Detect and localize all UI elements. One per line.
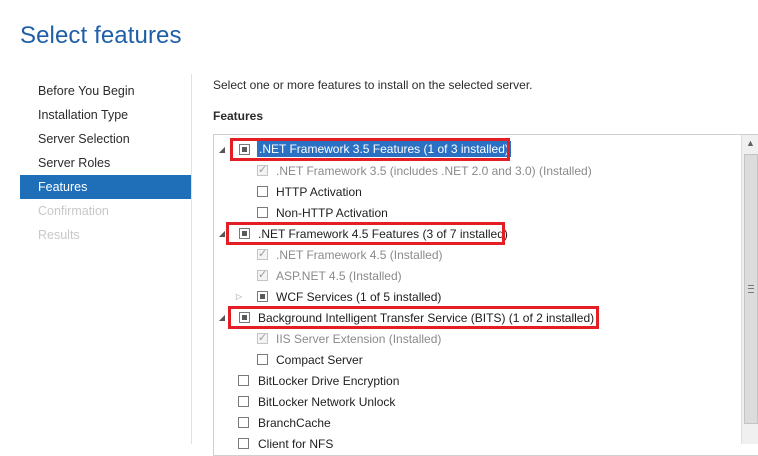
expanded-triangle-icon[interactable]: ◢ (217, 229, 227, 239)
feature-row[interactable]: Compact Server (214, 350, 742, 371)
feature-row[interactable]: ◢ .NET Framework 4.5 Features (3 of 7 in… (214, 224, 742, 245)
feature-label: .NET Framework 4.5 Features (3 of 7 inst… (258, 227, 508, 241)
feature-row[interactable]: ◢ Background Intelligent Transfer Servic… (214, 308, 742, 329)
feature-row[interactable]: ◢ .NET Framework 3.5 Features (1 of 3 in… (214, 140, 742, 161)
nav-server-selection[interactable]: Server Selection (20, 127, 191, 151)
nav-features[interactable]: Features (20, 175, 191, 199)
nav-before-you-begin[interactable]: Before You Begin (20, 79, 191, 103)
feature-checkbox[interactable] (238, 417, 249, 428)
nav-server-roles[interactable]: Server Roles (20, 151, 191, 175)
feature-checkbox (257, 331, 268, 344)
feature-checkbox[interactable] (257, 291, 268, 302)
feature-row[interactable]: HTTP Activation (214, 182, 742, 203)
feature-checkbox[interactable] (238, 396, 249, 407)
feature-label: Compact Server (276, 353, 363, 367)
feature-label: .NET Framework 3.5 (includes .NET 2.0 an… (276, 164, 592, 178)
feature-checkbox (257, 247, 268, 260)
feature-checkbox[interactable] (238, 375, 249, 386)
collapsed-triangle-icon[interactable]: ▷ (234, 292, 244, 302)
feature-row[interactable]: ▷ WCF Services (1 of 5 installed) (214, 287, 742, 308)
nav-results: Results (38, 228, 80, 242)
feature-label: Non-HTTP Activation (276, 206, 388, 220)
feature-label: Client for NFS (258, 437, 334, 451)
feature-row[interactable]: Client for NFS (214, 434, 742, 455)
feature-row[interactable]: BitLocker Network Unlock (214, 392, 742, 413)
feature-label: HTTP Activation (276, 185, 362, 199)
wizard-nav: Before You Begin Installation Type Serve… (20, 79, 191, 247)
expanded-triangle-icon[interactable]: ◢ (217, 145, 227, 155)
features-tree[interactable]: ◢ .NET Framework 3.5 Features (1 of 3 in… (213, 134, 758, 456)
feature-label: IIS Server Extension (Installed) (276, 332, 442, 346)
feature-checkbox[interactable] (257, 186, 268, 197)
feature-checkbox[interactable] (239, 228, 250, 239)
feature-row[interactable]: .NET Framework 3.5 (includes .NET 2.0 an… (214, 161, 742, 182)
feature-label: .NET Framework 4.5 (Installed) (276, 248, 443, 262)
feature-label: Background Intelligent Transfer Service … (258, 311, 595, 325)
feature-checkbox[interactable] (257, 207, 268, 218)
nav-confirmation: Confirmation (38, 204, 109, 218)
feature-label: .NET Framework 3.5 Features (1 of 3 inst… (257, 141, 511, 157)
feature-row[interactable]: IIS Server Extension (Installed) (214, 329, 742, 350)
nav-installation-type[interactable]: Installation Type (20, 103, 191, 127)
features-scrollbar[interactable]: ▲ (741, 135, 758, 444)
feature-row[interactable]: BranchCache (214, 413, 742, 434)
feature-row[interactable]: .NET Framework 4.5 (Installed) (214, 245, 742, 266)
scroll-thumb[interactable] (744, 154, 758, 424)
instruction-text: Select one or more features to install o… (213, 78, 533, 92)
feature-label: BitLocker Network Unlock (258, 395, 396, 409)
feature-row[interactable]: BitLocker Drive Encryption (214, 371, 742, 392)
feature-label: ASP.NET 4.5 (Installed) (276, 269, 402, 283)
feature-label: WCF Services (1 of 5 installed) (276, 290, 442, 304)
expanded-triangle-icon[interactable]: ◢ (217, 313, 227, 323)
feature-checkbox[interactable] (257, 354, 268, 365)
feature-checkbox (257, 268, 268, 281)
features-heading: Features (213, 109, 264, 123)
scroll-up-arrow-icon[interactable]: ▲ (742, 135, 758, 152)
feature-label: BranchCache (258, 416, 331, 430)
feature-row[interactable]: ASP.NET 4.5 (Installed) (214, 266, 742, 287)
feature-checkbox (257, 163, 268, 176)
feature-checkbox[interactable] (239, 144, 250, 155)
feature-row[interactable]: Non-HTTP Activation (214, 203, 742, 224)
feature-label: BitLocker Drive Encryption (258, 374, 400, 388)
page-title: Select features (20, 22, 182, 49)
nav-divider (191, 74, 192, 444)
feature-checkbox[interactable] (239, 312, 250, 323)
grip-icon (748, 285, 754, 293)
